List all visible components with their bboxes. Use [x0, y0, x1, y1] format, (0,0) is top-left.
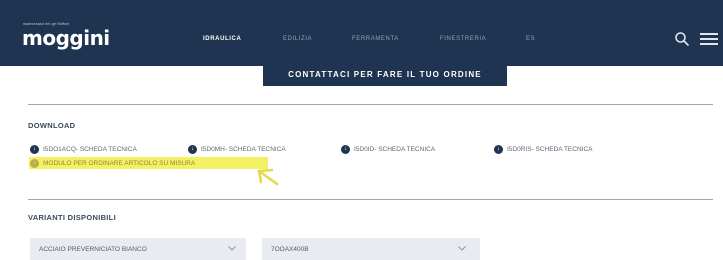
download-title: DOWNLOAD — [28, 121, 76, 130]
download-link-label: I5DO1ACQ- SCHEDA TECNICA — [43, 146, 137, 153]
download-icon: ↓ — [30, 145, 39, 154]
download-link-label: I5D0ID- SCHEDA TECNICA — [354, 146, 436, 153]
download-link[interactable]: ↓ I5D0MH- SCHEDA TECNICA — [188, 145, 286, 154]
nav-item-idraulica[interactable]: IDRAULICA — [203, 36, 241, 42]
custom-order-form-link[interactable]: ↓ MODULO PER ORDINARE ARTICOLO SU MISURA — [29, 157, 268, 169]
nav-item-finestreria[interactable]: FINESTRERIA — [440, 36, 486, 42]
chevron-down-icon — [228, 246, 236, 251]
finish-select[interactable]: ACCIAIO PREVERNICIATO BIANCO — [30, 238, 246, 260]
section-divider — [28, 104, 713, 105]
finish-select-value: ACCIAIO PREVERNICIATO BIANCO — [39, 245, 147, 253]
section-divider — [28, 199, 713, 200]
search-icon[interactable] — [674, 31, 690, 47]
variants-title: VARIANTI DISPONIBILI — [28, 213, 116, 222]
download-icon: ↓ — [30, 158, 39, 168]
download-link[interactable]: ↓ I5DO1ACQ- SCHEDA TECNICA — [30, 145, 137, 154]
download-link[interactable]: ↓ I5D0RIS- SCHEDA TECNICA — [494, 145, 592, 154]
download-icon: ↓ — [341, 145, 350, 154]
pointer-arrow-icon — [257, 168, 279, 186]
menu-icon[interactable] — [700, 32, 718, 46]
download-icon: ↓ — [494, 145, 503, 154]
article-code-select[interactable]: 7OOAX400B — [262, 238, 480, 260]
download-link[interactable]: ↓ I5D0ID- SCHEDA TECNICA — [341, 145, 435, 154]
nav-item-es[interactable]: ES — [526, 36, 535, 42]
contact-order-button[interactable]: CONTATTACI PER FARE IL TUO ORDINE — [263, 66, 507, 86]
chevron-down-icon — [458, 246, 466, 251]
custom-order-form-label: MODULO PER ORDINARE ARTICOLO SU MISURA — [43, 159, 196, 167]
logo[interactable]: moggini — [22, 27, 110, 49]
top-navigation-bar: mamoeaaiol ent ge ffaffom moggini IDRAUL… — [0, 0, 723, 66]
download-link-label: I5D0MH- SCHEDA TECNICA — [201, 146, 286, 153]
download-icon: ↓ — [188, 145, 197, 154]
article-code-select-value: 7OOAX400B — [271, 245, 309, 253]
nav-item-ferramenta[interactable]: FERRAMENTA — [352, 36, 399, 42]
download-link-label: I5D0RIS- SCHEDA TECNICA — [507, 146, 593, 153]
nav-item-edilizia[interactable]: EDILIZIA — [283, 36, 312, 42]
